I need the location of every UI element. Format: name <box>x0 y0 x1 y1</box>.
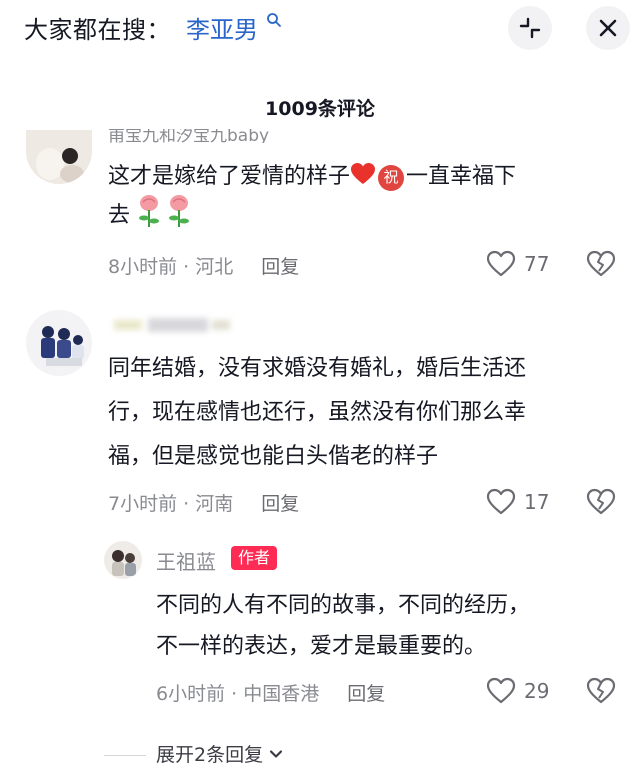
avatar-photo-icon <box>26 310 92 376</box>
expand-divider <box>104 755 146 756</box>
comment-text: 同年结婚，没有求婚没有婚礼，婚后生活还 行，现在感情也还行，虽然没有你们那么幸 … <box>108 351 628 474</box>
author-username[interactable]: 王祖蓝 <box>156 546 216 575</box>
avatar-photo-icon <box>104 541 142 579</box>
reply-text-line: 不同的人有不同的故事，不同的经历， <box>156 593 531 618</box>
comment-text-line: 同年结婚，没有求婚没有婚礼，婚后生活还 <box>108 356 527 381</box>
search-icon[interactable] <box>266 12 282 28</box>
rose-emoji-icon <box>139 195 160 227</box>
heart-icon <box>486 250 516 277</box>
rose-emoji-icon <box>169 195 190 227</box>
reply-button[interactable]: 回复 <box>261 252 299 279</box>
comment-text: 这才是嫁给了爱情的样子 祝一直幸福下 去 <box>108 159 618 233</box>
like-count: 17 <box>524 490 550 514</box>
collapse-icon <box>519 17 541 39</box>
expand-replies-button[interactable]: 展开2条回复 <box>156 740 285 767</box>
heart-icon <box>486 677 516 704</box>
avatar[interactable] <box>26 310 92 376</box>
avatar-photo-icon <box>26 130 92 184</box>
comment-username-blurred[interactable] <box>108 314 236 336</box>
avatar[interactable] <box>26 130 92 184</box>
top-bar: 大家都在搜： 李亚男 <box>0 0 640 60</box>
chevron-down-icon <box>269 749 283 758</box>
author-badge: 作者 <box>231 546 278 570</box>
reply-text: 不同的人有不同的故事，不同的经历， 不一样的表达，爱才是最重要的。 <box>156 588 616 664</box>
reply-meta: 6小时前 · 中国香港 回复 <box>156 679 385 706</box>
comment-text-line: 这才是嫁给了爱情的样子 <box>108 164 351 189</box>
broken-heart-icon[interactable] <box>586 250 616 278</box>
like-button[interactable]: 77 <box>486 250 549 278</box>
expand-replies-label: 展开2条回复 <box>156 744 264 766</box>
reply-button[interactable]: 回复 <box>347 679 385 706</box>
comment-text-line: 去 <box>108 203 131 228</box>
comment-text-line: 行，现在感情也还行，虽然没有你们那么幸 <box>108 400 527 425</box>
broken-heart-icon[interactable] <box>586 677 616 705</box>
comment-time-location: 8小时前 · 河北 <box>108 256 234 278</box>
close-button[interactable] <box>586 6 630 50</box>
comment-text-line: 福，但是感觉也能白头偕老的样子 <box>108 444 439 469</box>
reply-text-line: 不一样的表达，爱才是最重要的。 <box>156 634 487 659</box>
search-prefix: 大家都在搜： <box>24 16 171 44</box>
comments-count-title: 1009条评论 <box>265 98 375 120</box>
comment-meta: 7小时前 · 河南 回复 <box>108 489 299 516</box>
like-button[interactable]: 17 <box>486 488 549 516</box>
comment-text-line: 一直幸福下 <box>406 164 517 189</box>
comment-meta: 8小时前 · 河北 回复 <box>108 252 299 279</box>
like-count: 29 <box>524 679 550 703</box>
reply-button[interactable]: 回复 <box>261 489 299 516</box>
search-keyword-link[interactable]: 李亚男 <box>186 10 258 45</box>
reply-time-location: 6小时前 · 中国香港 <box>156 683 320 705</box>
comment-time-location: 7小时前 · 河南 <box>108 493 234 515</box>
author-avatar[interactable] <box>104 541 142 579</box>
heart-icon <box>486 488 516 515</box>
zhu-emoji-icon: 祝 <box>378 164 405 191</box>
collapse-button[interactable] <box>508 6 552 50</box>
close-icon <box>599 19 617 37</box>
comment-username[interactable]: 甫宝九和汐宝九baby <box>108 129 269 143</box>
heart-emoji-icon <box>351 163 376 184</box>
broken-heart-icon[interactable] <box>586 488 616 516</box>
like-button[interactable]: 29 <box>486 677 549 705</box>
like-count: 77 <box>524 252 550 276</box>
